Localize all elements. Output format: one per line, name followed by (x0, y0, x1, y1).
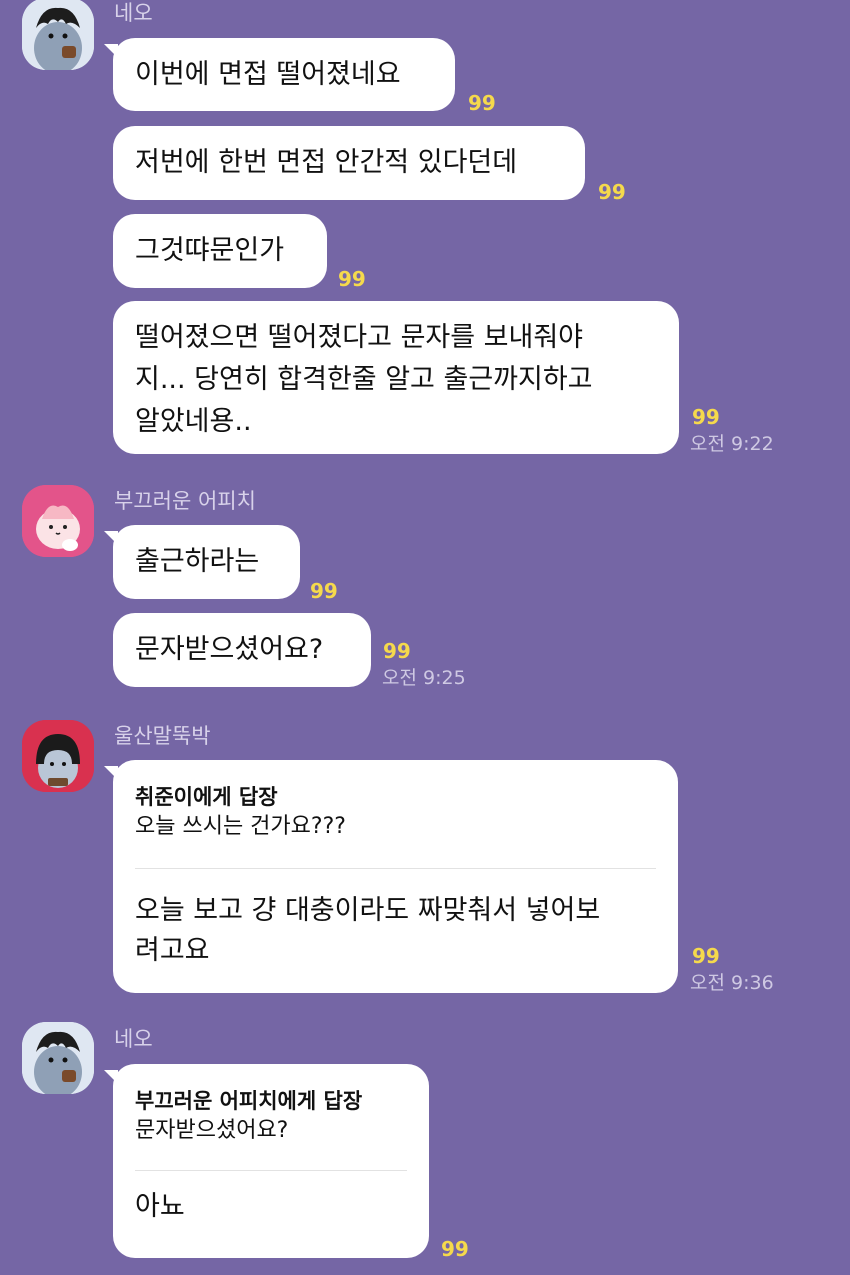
reply-divider (135, 1170, 407, 1171)
unread-count: 99 (468, 91, 496, 115)
avatar-neo[interactable] (22, 0, 94, 70)
message-bubble[interactable]: 저번에 한번 면접 안간적 있다던데 (113, 126, 585, 200)
unread-count: 99 (598, 180, 626, 204)
reply-divider (135, 868, 656, 869)
message-text: 문자받으셨어요? (135, 634, 324, 665)
message-text: 저번에 한번 면접 안간적 있다던데 (135, 147, 518, 178)
sender-name: 네오 (114, 1027, 153, 1051)
unread-count: 99 (383, 639, 411, 663)
reply-target-label: 취준이에게 답장 (135, 785, 278, 809)
quoted-message: 오늘 쓰시는 건가요??? (135, 814, 346, 839)
message-timestamp: 오전 9:22 (690, 433, 774, 455)
sender-name: 네오 (114, 1, 153, 25)
message-bubble[interactable]: 그것땨문인가 (113, 214, 327, 288)
message-line: 지... 당연히 합격한줄 알고 출근까지하고 (135, 364, 593, 395)
unread-count: 99 (441, 1237, 469, 1261)
message-bubble[interactable]: 출근하라는 (104, 525, 300, 599)
message-bubble[interactable]: 이번에 면접 떨어졌네요 (104, 38, 455, 111)
message-line: 오늘 보고 걍 대충이라도 짜맞춰서 넣어보 (135, 895, 601, 926)
sender-name: 울산말뚝박 (114, 724, 211, 748)
avatar-apeach[interactable] (22, 485, 94, 557)
avatar-ulsan[interactable] (22, 720, 94, 792)
message-text: 아뇨 (135, 1191, 185, 1222)
sender-name: 부끄러운 어피치 (114, 489, 256, 513)
unread-count: 99 (692, 405, 720, 429)
message-bubble[interactable]: 문자받으셨어요? (113, 613, 371, 687)
message-bubble[interactable]: 떨어졌으면 떨어졌다고 문자를 보내줘야 지... 당연히 합격한줄 알고 출근… (113, 301, 679, 454)
avatar-neo[interactable] (22, 1022, 94, 1094)
reply-message-bubble[interactable]: 부끄러운 어피치에게 답장 문자받으셨어요? 아뇨 (104, 1064, 429, 1258)
message-text: 그것땨문인가 (135, 235, 285, 266)
reply-target-label: 부끄러운 어피치에게 답장 (135, 1089, 363, 1113)
message-line: 려고요 (135, 935, 210, 966)
unread-count: 99 (338, 267, 366, 291)
neo-character-icon (22, 1022, 94, 1094)
reply-message-bubble[interactable]: 취준이에게 답장 오늘 쓰시는 건가요??? 오늘 보고 걍 대충이라도 짜맞춰… (104, 760, 678, 993)
neo-character-icon (22, 0, 94, 70)
message-line: 알았네용.. (135, 406, 252, 437)
unread-count: 99 (310, 579, 338, 603)
quoted-message: 문자받으셨어요? (135, 1118, 289, 1143)
message-line: 떨어졌으면 떨어졌다고 문자를 보내줘야 (135, 322, 584, 353)
message-timestamp: 오전 9:36 (690, 972, 774, 994)
character-with-bob-hair-icon (22, 720, 94, 792)
unread-count: 99 (692, 944, 720, 968)
message-text: 이번에 면접 떨어졌네요 (135, 59, 401, 90)
apeach-character-icon (22, 485, 94, 557)
message-text: 출근하라는 (135, 546, 260, 577)
message-timestamp: 오전 9:25 (382, 667, 466, 689)
